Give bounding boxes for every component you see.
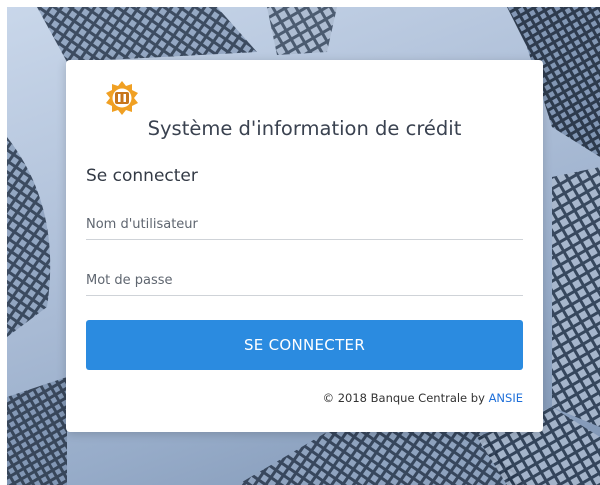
copyright-text: © 2018 Banque Centrale by [322, 391, 489, 405]
login-card: Système d'information de crédit Se conne… [66, 60, 543, 432]
footer-copyright: © 2018 Banque Centrale by ANSIE [323, 391, 523, 405]
login-button[interactable]: SE CONNECTER [86, 320, 523, 370]
username-input[interactable] [86, 210, 523, 240]
bank-emblem-icon [104, 80, 140, 116]
password-input[interactable] [86, 266, 523, 296]
ansie-link[interactable]: ANSIE [489, 391, 523, 405]
login-heading: Se connecter [86, 166, 198, 186]
app-title: Système d'information de crédit [147, 117, 462, 140]
